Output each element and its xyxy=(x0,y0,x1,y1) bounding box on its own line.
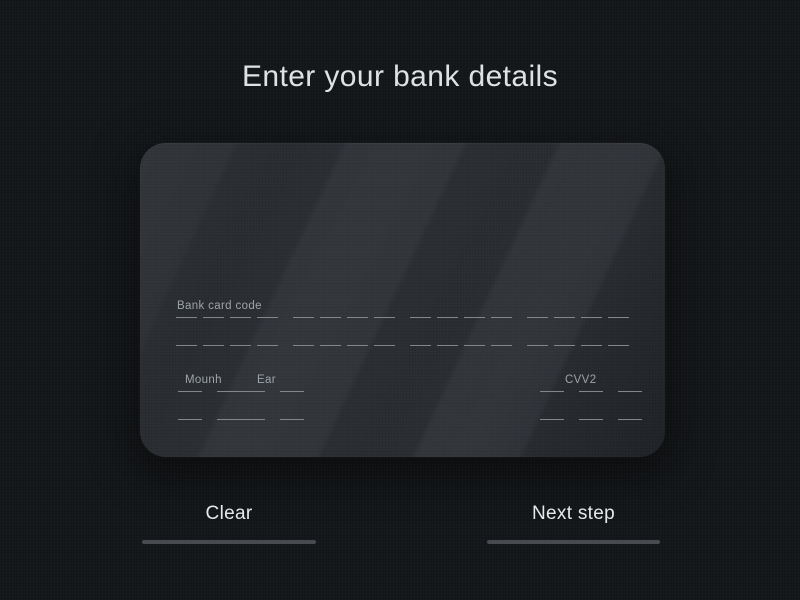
dash-mark xyxy=(257,317,278,318)
dash-mark xyxy=(178,391,202,392)
dash-mark xyxy=(178,419,202,420)
dash-mark xyxy=(241,419,265,420)
dash-mark xyxy=(230,317,251,318)
dash-group[interactable] xyxy=(540,391,564,392)
dash-mark xyxy=(554,317,575,318)
dash-mark xyxy=(230,345,251,346)
dash-mark xyxy=(320,317,341,318)
bank-card-code-input-row-1[interactable] xyxy=(176,317,629,318)
dash-mark xyxy=(608,345,629,346)
dash-mark xyxy=(176,317,197,318)
clear-button[interactable]: Clear xyxy=(142,503,316,544)
dash-mark xyxy=(464,317,485,318)
dash-mark xyxy=(280,391,304,392)
dash-mark xyxy=(203,317,224,318)
month-input-row-2[interactable] xyxy=(178,419,241,420)
dash-mark xyxy=(217,391,241,392)
dash-mark xyxy=(203,345,224,346)
dash-mark xyxy=(241,391,265,392)
dash-mark xyxy=(347,345,368,346)
dash-mark xyxy=(320,345,341,346)
dash-mark xyxy=(257,345,278,346)
cvv2-label: CVV2 xyxy=(565,374,597,386)
dash-mark xyxy=(437,345,458,346)
clear-button-underline xyxy=(142,540,316,544)
dash-mark xyxy=(527,317,548,318)
year-input-row-1[interactable] xyxy=(241,391,304,392)
dash-group[interactable] xyxy=(579,419,603,420)
dash-group[interactable] xyxy=(540,419,564,420)
dash-mark xyxy=(540,419,564,420)
dash-mark xyxy=(293,317,314,318)
month-label: Mounh xyxy=(185,374,222,386)
dash-group[interactable] xyxy=(527,345,629,346)
dash-mark xyxy=(410,317,431,318)
dash-mark xyxy=(410,345,431,346)
dash-mark xyxy=(581,317,602,318)
dash-mark xyxy=(347,317,368,318)
dash-mark xyxy=(554,345,575,346)
dash-group[interactable] xyxy=(241,391,265,392)
dash-group[interactable] xyxy=(618,419,642,420)
dash-mark xyxy=(618,391,642,392)
page-title: Enter your bank details xyxy=(241,60,559,93)
dash-mark xyxy=(608,317,629,318)
dash-group[interactable] xyxy=(293,345,395,346)
dash-group[interactable] xyxy=(410,345,512,346)
next-step-button-label: Next step xyxy=(532,503,615,524)
dash-mark xyxy=(280,419,304,420)
dash-group[interactable] xyxy=(280,419,304,420)
dash-group[interactable] xyxy=(217,391,241,392)
bank-card-code-input-row-2[interactable] xyxy=(176,345,629,346)
dash-group[interactable] xyxy=(176,345,278,346)
dash-group[interactable] xyxy=(618,391,642,392)
dash-mark xyxy=(374,345,395,346)
dash-group[interactable] xyxy=(241,419,265,420)
dash-mark xyxy=(579,419,603,420)
cvv2-input-row-1[interactable] xyxy=(540,391,642,392)
bank-card[interactable]: Bank card code Mounh Ear CVV2 xyxy=(140,143,665,457)
dash-mark xyxy=(491,345,512,346)
dash-group[interactable] xyxy=(178,419,202,420)
dash-group[interactable] xyxy=(217,419,241,420)
next-step-button[interactable]: Next step xyxy=(487,503,660,544)
year-label: Ear xyxy=(257,374,276,386)
dash-mark xyxy=(527,345,548,346)
dash-group[interactable] xyxy=(280,391,304,392)
dash-group[interactable] xyxy=(527,317,629,318)
month-input-row-1[interactable] xyxy=(178,391,241,392)
dash-mark xyxy=(491,317,512,318)
dash-mark xyxy=(176,345,197,346)
dash-group[interactable] xyxy=(178,391,202,392)
dash-mark xyxy=(293,345,314,346)
cvv2-input-row-2[interactable] xyxy=(540,419,642,420)
dash-mark xyxy=(464,345,485,346)
clear-button-label: Clear xyxy=(205,503,253,524)
bank-card-code-label: Bank card code xyxy=(177,300,262,312)
year-input-row-2[interactable] xyxy=(241,419,304,420)
dash-mark xyxy=(579,391,603,392)
dash-mark xyxy=(437,317,458,318)
dash-group[interactable] xyxy=(293,317,395,318)
dash-group[interactable] xyxy=(579,391,603,392)
dash-group[interactable] xyxy=(410,317,512,318)
dash-mark xyxy=(374,317,395,318)
dash-mark xyxy=(618,419,642,420)
next-step-button-underline xyxy=(487,540,660,544)
dash-mark xyxy=(540,391,564,392)
bank-card-container: Bank card code Mounh Ear CVV2 xyxy=(140,143,665,457)
dash-mark xyxy=(217,419,241,420)
dash-group[interactable] xyxy=(176,317,278,318)
dash-mark xyxy=(581,345,602,346)
